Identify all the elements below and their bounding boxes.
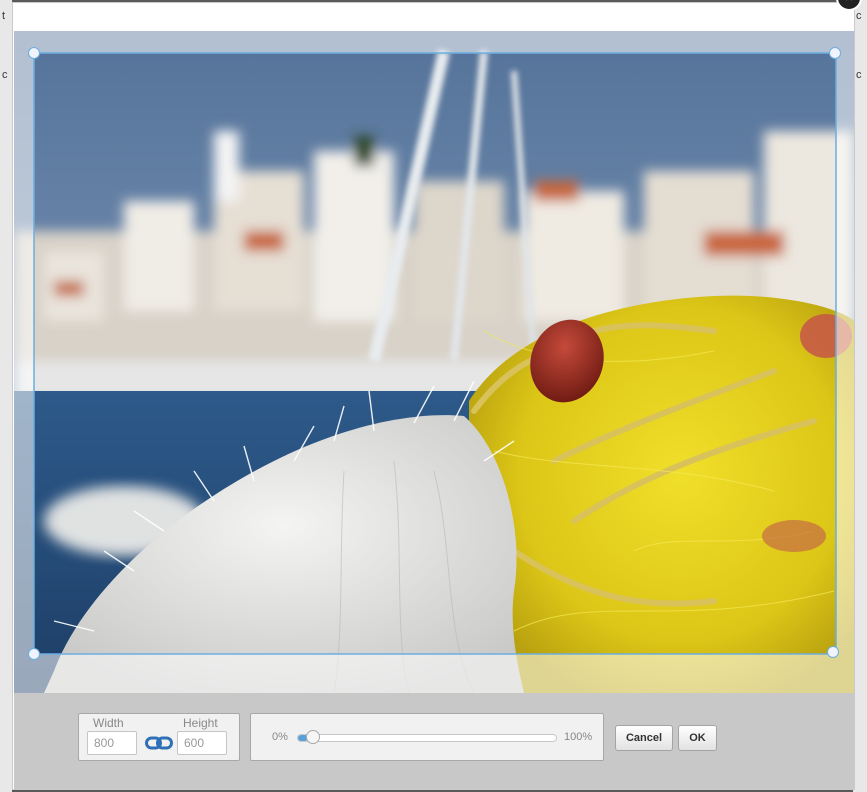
backdrop-right: c c (853, 0, 867, 792)
editor-toolbar: Width Height 0% 100% Cancel OK (14, 693, 854, 789)
height-label: Height (183, 716, 218, 730)
zoom-max-label: 100% (564, 731, 593, 743)
photo (14, 31, 854, 693)
backdrop-text: c (856, 69, 862, 81)
width-label: Width (93, 716, 124, 730)
cancel-button[interactable]: Cancel (615, 725, 673, 751)
ok-button[interactable]: OK (678, 725, 717, 751)
image-editor-dialog: × (12, 0, 862, 790)
size-controls: Width Height (78, 713, 240, 761)
crop-handle-bottom-left[interactable] (28, 648, 40, 660)
crop-handle-bottom-right[interactable] (827, 646, 839, 658)
close-icon: × (845, 0, 854, 6)
zoom-min-label: 0% (272, 731, 288, 743)
backdrop-text: c (856, 10, 862, 22)
crop-handle-top-right[interactable] (829, 47, 841, 59)
zoom-controls: 0% 100% (250, 713, 604, 761)
zoom-slider-track[interactable] (297, 734, 557, 742)
link-icon[interactable] (145, 735, 173, 751)
backdrop-left: t c (0, 0, 12, 792)
height-field[interactable] (177, 731, 227, 755)
zoom-slider-thumb[interactable] (306, 730, 320, 744)
backdrop-text: t (2, 10, 6, 22)
image-crop-stage (14, 31, 854, 693)
crop-handle-top-left[interactable] (28, 47, 40, 59)
backdrop-text: c (2, 69, 8, 81)
width-field[interactable] (87, 731, 137, 755)
